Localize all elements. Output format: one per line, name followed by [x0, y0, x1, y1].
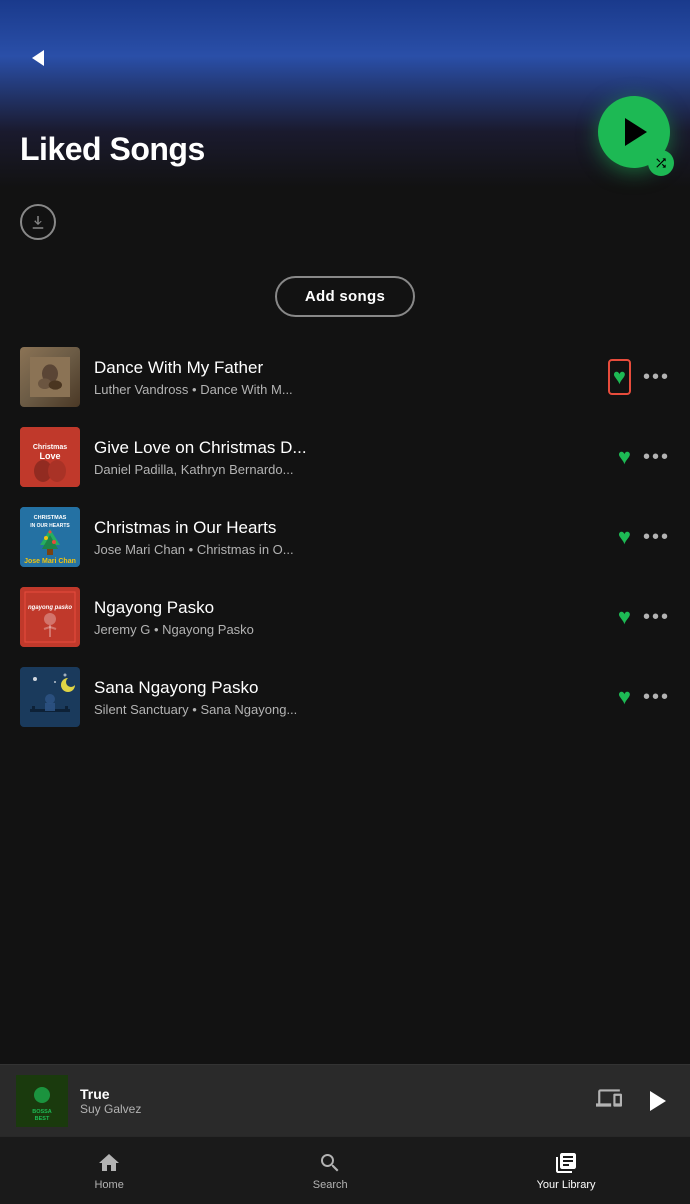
back-button[interactable]: [20, 40, 56, 76]
now-playing-art: BOSSA BEST: [16, 1075, 68, 1127]
nav-item-search[interactable]: Search: [293, 1143, 368, 1199]
like-button-5[interactable]: ♥: [618, 684, 631, 710]
song-item-5[interactable]: Sana Ngayong Pasko Silent Sanctuary • Sa…: [0, 657, 690, 737]
svg-text:ngayong pasko: ngayong pasko: [28, 605, 72, 611]
song-meta-5: Silent Sanctuary • Sana Ngayong...: [94, 702, 604, 717]
now-playing-title: True: [80, 1086, 584, 1102]
download-button[interactable]: [20, 204, 56, 240]
library-icon: [554, 1151, 578, 1175]
device-button[interactable]: [596, 1085, 622, 1117]
now-playing-artist: Suy Galvez: [80, 1102, 584, 1116]
like-button-4[interactable]: ♥: [618, 604, 631, 630]
svg-text:BOSSA: BOSSA: [32, 1109, 52, 1115]
svg-text:Christmas: Christmas: [33, 444, 67, 451]
song-info-1: Dance With My Father Luther Vandross • D…: [94, 358, 594, 397]
play-triangle-icon: [650, 1091, 666, 1111]
album-art-5: [20, 667, 80, 727]
nav-item-library[interactable]: Your Library: [517, 1143, 616, 1199]
song-info-5: Sana Ngayong Pasko Silent Sanctuary • Sa…: [94, 678, 604, 717]
album-art-icon-3: CHRISTMAS IN OUR HEARTS Jose Mari Chan: [20, 507, 80, 567]
svg-text:IN OUR HEARTS: IN OUR HEARTS: [30, 523, 70, 529]
song-title-2: Give Love on Christmas D...: [94, 438, 604, 458]
album-art-4: ngayong pasko: [20, 587, 80, 647]
home-icon: [97, 1151, 121, 1175]
like-button-3[interactable]: ♥: [618, 524, 631, 550]
play-button-container: [598, 96, 670, 168]
header-row: Liked Songs: [20, 96, 670, 168]
play-icon: [625, 118, 647, 146]
like-button-1[interactable]: ♥: [608, 359, 631, 395]
song-item-4[interactable]: ngayong pasko Ngayong Pasko Jeremy G • N…: [0, 577, 690, 657]
song-meta-3: Jose Mari Chan • Christmas in O...: [94, 542, 604, 557]
more-button-2[interactable]: •••: [643, 446, 670, 469]
album-art-1: [20, 347, 80, 407]
more-button-5[interactable]: •••: [643, 686, 670, 709]
shuffle-badge[interactable]: [648, 150, 674, 176]
song-actions-2: ♥ •••: [618, 444, 670, 470]
album-art-3: CHRISTMAS IN OUR HEARTS Jose Mari Chan: [20, 507, 80, 567]
song-info-4: Ngayong Pasko Jeremy G • Ngayong Pasko: [94, 598, 604, 637]
song-info-3: Christmas in Our Hearts Jose Mari Chan •…: [94, 518, 604, 557]
album-art-icon-4: ngayong pasko: [20, 587, 80, 647]
page-title: Liked Songs: [20, 131, 205, 168]
controls-section: [0, 188, 690, 256]
bottom-nav: Home Search Your Library: [0, 1136, 690, 1204]
nav-label-search: Search: [313, 1179, 348, 1191]
svg-text:BEST: BEST: [35, 1116, 50, 1122]
devices-icon: [596, 1085, 622, 1111]
now-playing-bar[interactable]: BOSSA BEST True Suy Galvez: [0, 1064, 690, 1136]
now-playing-info: True Suy Galvez: [80, 1086, 584, 1116]
song-item-1[interactable]: Dance With My Father Luther Vandross • D…: [0, 337, 690, 417]
album-art-2: Christmas Love: [20, 427, 80, 487]
song-meta-4: Jeremy G • Ngayong Pasko: [94, 622, 604, 637]
nav-label-home: Home: [94, 1179, 123, 1191]
song-title-4: Ngayong Pasko: [94, 598, 604, 618]
song-meta-2: Daniel Padilla, Kathryn Bernardo...: [94, 462, 604, 477]
add-songs-button[interactable]: Add songs: [275, 276, 415, 317]
more-button-3[interactable]: •••: [643, 526, 670, 549]
album-art-icon-5: [20, 667, 80, 727]
song-title-3: Christmas in Our Hearts: [94, 518, 604, 538]
back-chevron-icon: [32, 50, 44, 66]
shuffle-icon: [654, 156, 668, 170]
search-icon: [318, 1151, 342, 1175]
svg-text:CHRISTMAS: CHRISTMAS: [34, 515, 67, 521]
song-list: Dance With My Father Luther Vandross • D…: [0, 327, 690, 747]
song-item-3[interactable]: CHRISTMAS IN OUR HEARTS Jose Mari Chan C…: [0, 497, 690, 577]
song-title-5: Sana Ngayong Pasko: [94, 678, 604, 698]
song-actions-1: ♥ •••: [608, 359, 670, 395]
song-actions-3: ♥ •••: [618, 524, 670, 550]
album-art-icon-1: [30, 357, 70, 397]
nav-item-home[interactable]: Home: [74, 1143, 143, 1199]
song-info-2: Give Love on Christmas D... Daniel Padil…: [94, 438, 604, 477]
now-playing-controls: [596, 1083, 674, 1119]
svg-text:Jose Mari Chan: Jose Mari Chan: [24, 558, 76, 565]
like-button-2[interactable]: ♥: [618, 444, 631, 470]
now-playing-play-button[interactable]: [638, 1083, 674, 1119]
song-item-2[interactable]: Christmas Love Give Love on Christmas D.…: [0, 417, 690, 497]
more-button-4[interactable]: •••: [643, 606, 670, 629]
song-actions-4: ♥ •••: [618, 604, 670, 630]
song-meta-1: Luther Vandross • Dance With M...: [94, 382, 594, 397]
download-icon: [29, 213, 47, 231]
header-section: Liked Songs: [0, 0, 690, 188]
more-button-1[interactable]: •••: [643, 366, 670, 389]
svg-text:Love: Love: [39, 451, 60, 461]
album-art-icon-2: Christmas Love: [20, 427, 80, 487]
song-title-1: Dance With My Father: [94, 358, 594, 378]
add-songs-container: Add songs: [0, 256, 690, 327]
nav-label-library: Your Library: [537, 1179, 596, 1191]
now-playing-art-icon: BOSSA BEST: [16, 1075, 68, 1127]
song-actions-5: ♥ •••: [618, 684, 670, 710]
